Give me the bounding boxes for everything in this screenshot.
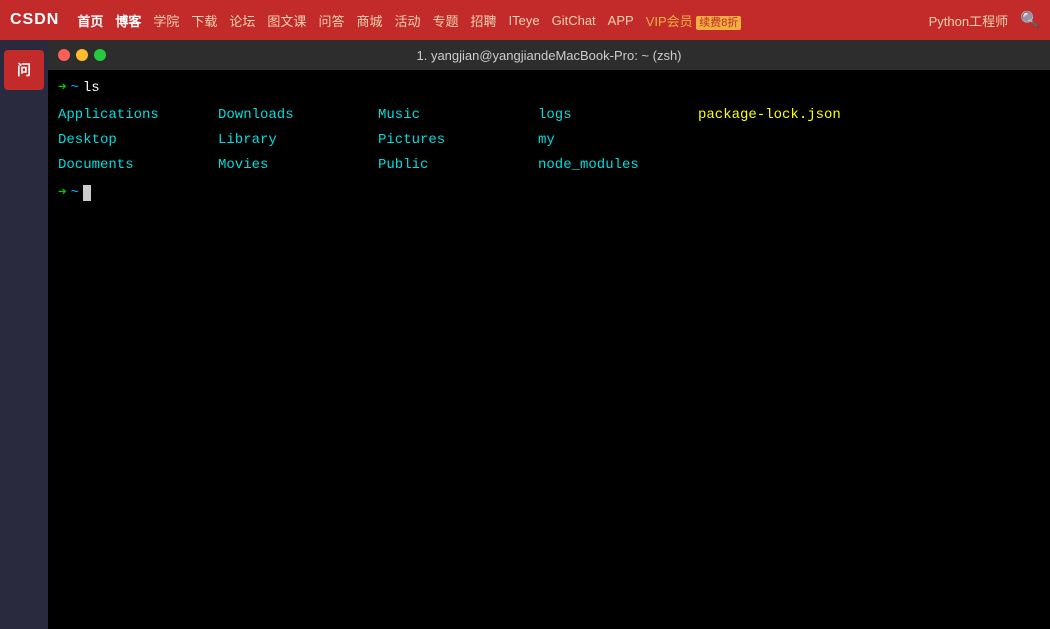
empty-cell-2 (698, 153, 1040, 178)
nav-item-topic[interactable]: 专题 (432, 11, 458, 30)
nav-python[interactable]: Python工程师 (929, 11, 1008, 30)
prompt-arrow: ➜ (58, 78, 66, 99)
dir-pictures: Pictures (378, 128, 538, 153)
left-sidebar: 问 (0, 40, 48, 629)
nav-item-activity[interactable]: 活动 (394, 11, 420, 30)
nav-item-academy[interactable]: 学院 (153, 11, 179, 30)
ls-output: Applications Downloads Music logs packag… (58, 103, 1040, 179)
maximize-button[interactable] (94, 49, 106, 61)
nav-item-forum[interactable]: 论坛 (229, 11, 255, 30)
nav-item-blog[interactable]: 博客 (115, 11, 141, 30)
nav-item-gitchat[interactable]: GitChat (552, 13, 596, 28)
prompt-tilde: ~ (70, 78, 78, 99)
dir-applications: Applications (58, 103, 218, 128)
dir-my: my (538, 128, 698, 153)
nav-item-home[interactable]: 首页 (77, 11, 103, 30)
nav-item-jobs[interactable]: 招聘 (471, 11, 497, 30)
dir-movies: Movies (218, 153, 378, 178)
file-package-lock: package-lock.json (698, 103, 1040, 128)
nav-item-app[interactable]: APP (608, 13, 634, 28)
terminal-body[interactable]: ➜ ~ ls Applications Downloads Music logs… (48, 70, 1050, 629)
ls-command: ls (83, 78, 100, 99)
nav-item-qa[interactable]: 问答 (318, 11, 344, 30)
terminal-title: 1. yangjian@yangjiandeMacBook-Pro: ~ (zs… (416, 48, 681, 63)
nav-item-shop[interactable]: 商城 (356, 11, 382, 30)
cursor-prompt-arrow: ➜ (58, 183, 66, 204)
nav-item-tutocourse[interactable]: 图文课 (267, 11, 306, 30)
sidebar-qa-icon[interactable]: 问 (4, 50, 44, 90)
dir-library: Library (218, 128, 378, 153)
cursor-prompt-tilde: ~ (70, 183, 78, 204)
csdn-logo[interactable]: CSDN (10, 11, 59, 29)
nav-item-iteye[interactable]: ITeye (509, 13, 540, 28)
dir-documents: Documents (58, 153, 218, 178)
traffic-lights (58, 49, 106, 61)
dir-logs: logs (538, 103, 698, 128)
cursor-block (83, 185, 91, 201)
sidebar-icon-label: 问 (17, 60, 31, 80)
prompt-ls-line: ➜ ~ ls (58, 78, 1040, 99)
dir-node-modules: node_modules (538, 153, 698, 178)
minimize-button[interactable] (76, 49, 88, 61)
nav-item-download[interactable]: 下载 (191, 11, 217, 30)
csdn-navbar: CSDN 首页 博客 学院 下载 论坛 图文课 问答 商城 活动 专题 招聘 I… (0, 0, 1050, 40)
dir-music: Music (378, 103, 538, 128)
dir-desktop: Desktop (58, 128, 218, 153)
terminal-window: 1. yangjian@yangjiandeMacBook-Pro: ~ (zs… (48, 40, 1050, 629)
search-icon[interactable]: 🔍 (1020, 10, 1040, 30)
empty-cell-1 (698, 128, 1040, 153)
close-button[interactable] (58, 49, 70, 61)
dir-downloads: Downloads (218, 103, 378, 128)
nav-vip[interactable]: VIP会员 续费8折 (646, 11, 742, 30)
dir-public: Public (378, 153, 538, 178)
cursor-prompt-line: ➜ ~ (58, 183, 1040, 204)
terminal-titlebar: 1. yangjian@yangjiandeMacBook-Pro: ~ (zs… (48, 40, 1050, 70)
